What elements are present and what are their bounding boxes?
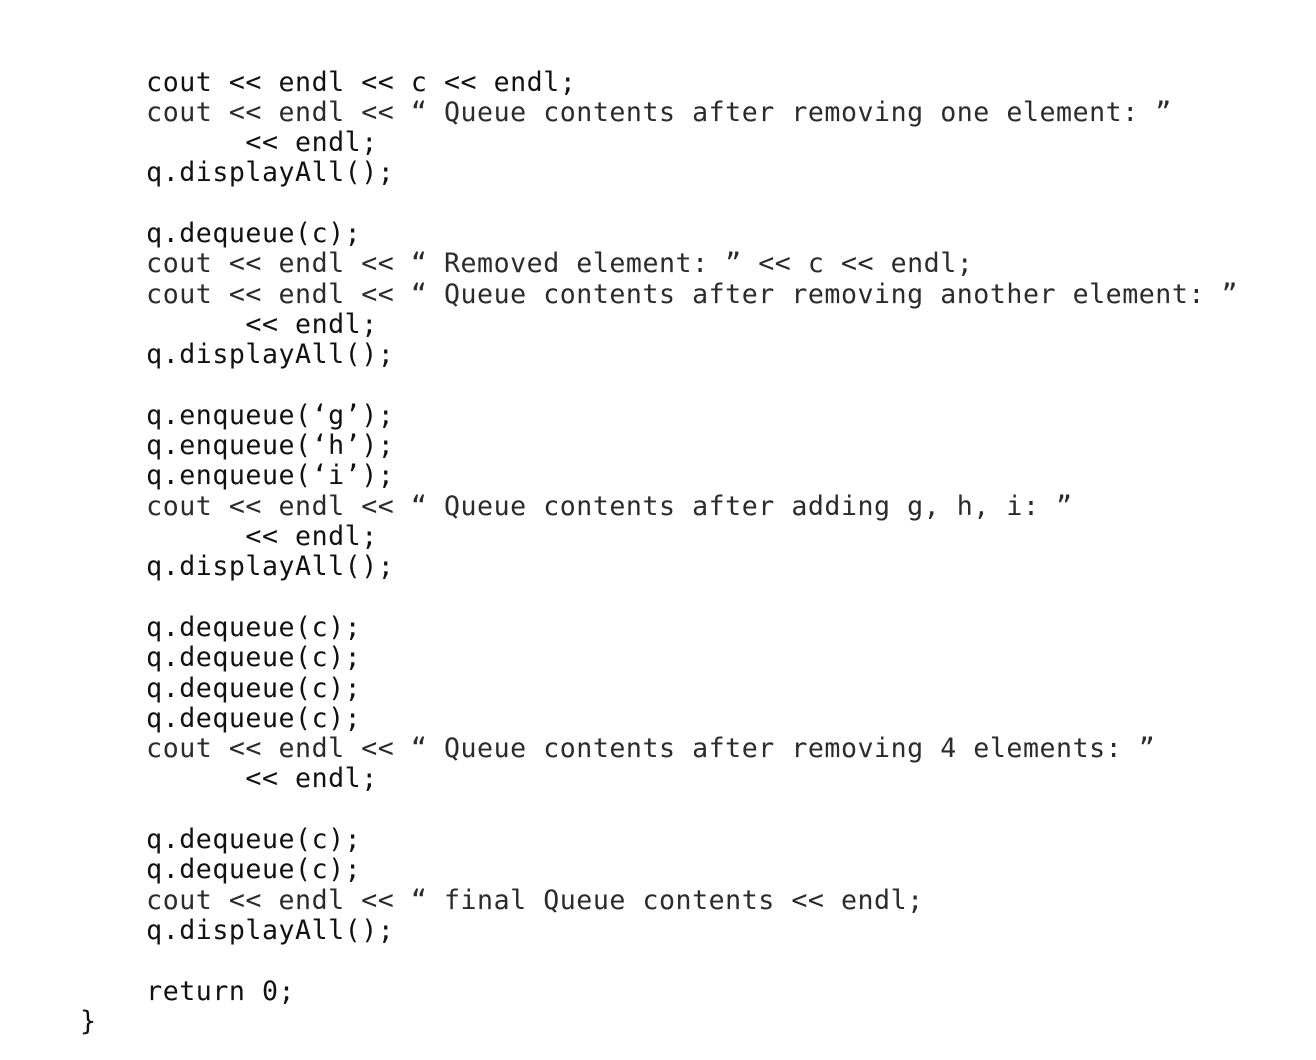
code-line: q.enqueue(‘i’); [80,460,395,492]
code-line: cout << endl << “ Queue contents after a… [80,490,1073,522]
code-line: q.displayAll(); [80,914,395,946]
code-line: return 0; [80,975,296,1007]
code-line: q.dequeue(c); [80,824,362,856]
code-line: q.enqueue(‘h’); [80,430,395,462]
code-line: q.dequeue(c); [80,642,362,674]
code-line: << endl; [80,308,378,340]
code-line: q.dequeue(c); [80,854,362,886]
code-line: cout << endl << “ Queue contents after r… [80,96,1172,128]
code-line: cout << endl << “ final Queue contents <… [80,884,924,916]
source-code: cout << endl << c << endl; cout << endl … [80,66,1238,1038]
code-line: cout << endl << “ Removed element: ” << … [80,248,974,280]
code-line: q.dequeue(c); [80,611,362,643]
code-line: q.dequeue(c); [80,672,362,704]
code-line: q.dequeue(c); [80,702,362,734]
code-line: cout << endl << “ Queue contents after r… [80,733,1156,765]
code-line: q.displayAll(); [80,551,395,583]
code-line: cout << endl << c << endl; [80,66,577,98]
code-listing-page: cout << endl << c << endl; cout << endl … [0,0,1316,1060]
code-line: q.dequeue(c); [80,218,362,250]
code-line: q.displayAll(); [80,157,395,189]
code-line: cout << endl << “ Queue contents after r… [80,278,1238,310]
code-line: << endl; [80,521,378,553]
code-line: q.enqueue(‘g’); [80,399,395,431]
code-line: << endl; [80,763,378,795]
code-line: q.displayAll(); [80,339,395,371]
code-line: } [80,1005,97,1037]
code-line: << endl; [80,127,378,159]
source-code-block: cout << endl << c << endl; cout << endl … [80,66,1238,1038]
